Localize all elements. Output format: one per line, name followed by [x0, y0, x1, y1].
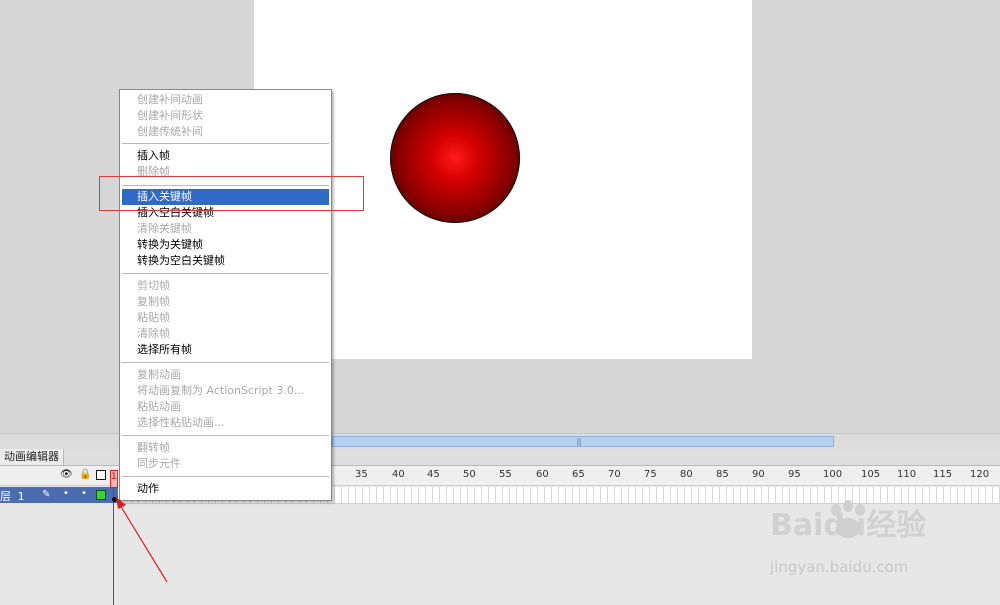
lock-icon[interactable]: 🔒 — [79, 470, 91, 480]
ruler-tick-label[interactable]: 50 — [463, 469, 476, 480]
menu-item: 粘贴动画 — [137, 400, 181, 413]
menu-separator — [122, 362, 329, 363]
ruler-tick-label[interactable]: 105 — [861, 469, 880, 480]
menu-separator — [122, 435, 329, 436]
ruler-tick-label[interactable]: 100 — [823, 469, 842, 480]
menu-item: 复制动画 — [137, 368, 181, 381]
ruler-tick-label[interactable]: 55 — [499, 469, 512, 480]
outline-square-icon[interactable] — [96, 470, 106, 480]
menu-item: 创建传统补间 — [137, 125, 203, 138]
ruler-tick-label[interactable]: 40 — [392, 469, 405, 480]
ruler-tick-label[interactable]: 60 — [536, 469, 549, 480]
menu-item: 清除帧 — [137, 327, 170, 340]
menu-item: 将动画复制为 ActionScript 3.0... — [137, 384, 305, 397]
pencil-icon: ✎ — [42, 489, 51, 500]
ruler-tick-label[interactable]: 75 — [644, 469, 657, 480]
menu-item[interactable]: 转换为空白关键帧 — [120, 253, 331, 269]
ruler-tick-label[interactable]: 90 — [752, 469, 765, 480]
ruler-tick-label[interactable]: 95 — [788, 469, 801, 480]
ruler-tick-label[interactable]: 70 — [608, 469, 621, 480]
annotation-highlight-box — [99, 176, 364, 211]
ruler-tick-label[interactable]: 110 — [897, 469, 916, 480]
menu-item: 创建补间形状 — [137, 109, 203, 122]
menu-separator — [122, 143, 329, 144]
menu-separator — [122, 476, 329, 477]
scrollbar-grip-icon: ||| — [576, 437, 582, 446]
menu-item: 粘贴帧 — [137, 311, 170, 324]
menu-item: 同步元件 — [137, 457, 181, 470]
eye-icon[interactable]: 👁 — [60, 470, 73, 480]
ruler-tick-label[interactable]: 120 — [970, 469, 989, 480]
ruler-tick-label[interactable]: 85 — [716, 469, 729, 480]
layer-row[interactable]: 层 1 ✎ • • — [0, 487, 118, 503]
red-ball-shape[interactable] — [390, 93, 520, 223]
visibility-dot-icon[interactable]: • — [63, 489, 69, 499]
menu-item: 剪切帧 — [137, 279, 170, 292]
menu-item: 创建补间动画 — [137, 93, 203, 106]
tab-motion-editor[interactable]: 动画编辑器 — [0, 449, 64, 465]
menu-item[interactable]: 转换为关键帧 — [120, 237, 331, 253]
layer-name[interactable]: 层 1 — [0, 488, 24, 504]
menu-item: 翻转帧 — [137, 441, 170, 454]
ruler-tick-label[interactable]: 45 — [427, 469, 440, 480]
annotation-arrow-icon — [116, 497, 168, 583]
menu-item[interactable]: 插入帧 — [120, 148, 331, 164]
menu-item: 选择性粘贴动画... — [137, 416, 225, 429]
scrollbar-thumb[interactable]: ||| — [332, 436, 834, 447]
menu-item: 清除关键帧 — [137, 222, 192, 235]
menu-separator — [122, 273, 329, 274]
ruler-tick-label[interactable]: 115 — [933, 469, 952, 480]
playhead-frame-number: 1 — [111, 472, 117, 482]
baidu-watermark-url: jingyan.baidu.com — [770, 558, 909, 576]
lock-dot-icon[interactable]: • — [81, 489, 87, 499]
menu-item[interactable]: 选择所有帧 — [120, 342, 331, 358]
ruler-tick-label[interactable]: 35 — [355, 469, 368, 480]
ruler-tick-label[interactable]: 65 — [572, 469, 585, 480]
menu-item: 复制帧 — [137, 295, 170, 308]
playhead[interactable]: 1 — [110, 470, 118, 488]
layer-outline-color-icon[interactable] — [96, 490, 106, 500]
ruler-tick-label[interactable]: 80 — [680, 469, 693, 480]
baidu-watermark: Baidu经验 — [770, 508, 927, 543]
frame-context-menu: 创建补间动画 创建补间形状 创建传统补间 插入帧 删除帧 插入关键帧 插入空白关键帧 清除关键… — [119, 89, 332, 501]
